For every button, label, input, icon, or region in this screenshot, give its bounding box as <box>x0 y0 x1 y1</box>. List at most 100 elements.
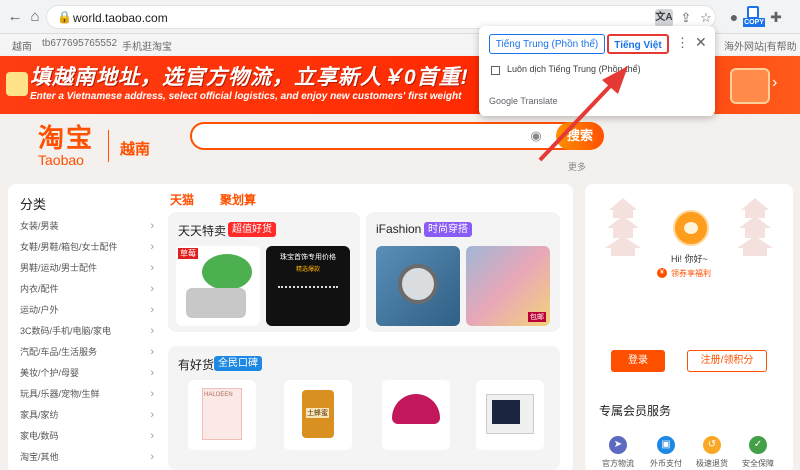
tab-juhuasuan[interactable]: 聚划算 <box>220 191 256 208</box>
box-inner-image <box>492 400 520 424</box>
category-item[interactable]: 汽配/车品/生活服务 › <box>20 342 160 363</box>
chevron-right-icon: › <box>150 325 154 337</box>
member-services-title: 专属会员服务 <box>599 404 672 418</box>
tile-title: iFashion <box>376 222 422 236</box>
pagoda-right-icon <box>737 198 773 256</box>
login-button[interactable]: 登录 <box>611 350 665 372</box>
category-item[interactable]: 玩具/乐器/宠物/生鲜 › <box>20 384 160 405</box>
chevron-right-icon: › <box>150 283 154 295</box>
category-item[interactable]: 美妆/个护/母婴 › <box>20 363 160 384</box>
product-image[interactable] <box>376 246 460 326</box>
service-fast-return[interactable]: ↺ 极速退货 <box>689 436 735 469</box>
lock-icon[interactable]: 🔒 <box>57 10 72 24</box>
category-item[interactable]: 家具/家纺 › <box>20 405 160 426</box>
bookmark-star-icon[interactable]: ☆ <box>697 9 715 27</box>
chevron-right-icon: › <box>150 409 154 421</box>
category-label: 家电/数码 <box>20 431 59 441</box>
ifashion-tile[interactable]: iFashion 时尚穿搭 包邮 <box>366 212 560 332</box>
category-item[interactable]: 淘宝/其他 › <box>20 447 160 468</box>
product-image[interactable]: 草莓 <box>176 246 260 326</box>
service-label: 安全保障 <box>742 459 774 468</box>
category-label: 淘宝/其他 <box>20 452 59 462</box>
copy-label: COPY <box>743 18 765 27</box>
category-label: 家具/家纺 <box>20 410 59 420</box>
service-foreign-payment[interactable]: ▣ 外币支付 <box>643 436 689 469</box>
share-icon[interactable]: ⇪ <box>677 9 695 27</box>
service-label: 外币支付 <box>650 459 682 468</box>
product-image[interactable]: 包邮 <box>466 246 550 326</box>
location-selector[interactable]: 越南 <box>12 38 32 53</box>
product-image[interactable]: 土蜂蜜 <box>284 380 352 450</box>
avatar-face-icon <box>684 222 698 234</box>
service-official-logistics[interactable]: ➤ 官方物流 <box>595 436 641 469</box>
always-translate-label[interactable]: Luôn dịch Tiếng Trung (Phồn thể) <box>507 64 641 74</box>
translate-popup: Tiếng Trung (Phồn thể) Tiếng Việt ⋮ ✕ Lu… <box>479 26 715 116</box>
google-translate-brand: Google Translate <box>489 96 558 106</box>
tile-badge: 超值好货 <box>228 222 276 237</box>
good-goods-tile[interactable]: 有好货 全民口碑 HALOEEN 土蜂蜜 <box>168 346 560 470</box>
tile-title: 有好货 <box>178 358 215 372</box>
chevron-right-icon: › <box>150 220 154 232</box>
search-button[interactable]: 搜索 <box>556 122 604 150</box>
category-label: 男鞋/运动/男士配件 <box>20 263 98 273</box>
product-image[interactable]: HALOEEN <box>188 380 256 450</box>
category-item[interactable]: 女鞋/男鞋/箱包/女士配件 › <box>20 237 160 258</box>
logo-divider <box>108 130 109 162</box>
chevron-right-icon: › <box>150 262 154 274</box>
topbar-right-links[interactable]: 海外网站|有帮助 <box>724 38 797 53</box>
main-content-card: 分类 女装/男装 › 女鞋/男鞋/箱包/女士配件 › 男鞋/运动/男士配件 › 内衣/… <box>8 184 573 470</box>
category-item[interactable]: 3C数码/手机/电脑/家电 › <box>20 321 160 342</box>
category-label: 3C数码/手机/电脑/家电 <box>20 326 112 336</box>
product-image[interactable]: 珠宝首饰专用价格 精选爆款 <box>266 246 350 326</box>
more-link[interactable]: 更多 <box>568 160 586 173</box>
category-item[interactable]: 男鞋/运动/男士配件 › <box>20 258 160 279</box>
mobile-link[interactable]: 手机逛淘宝 <box>122 38 172 53</box>
category-item[interactable]: 运动/户外 › <box>20 300 160 321</box>
always-translate-checkbox[interactable] <box>491 66 500 75</box>
profile-icon[interactable]: ● <box>724 8 744 26</box>
brand-label: 包邮 <box>528 312 546 322</box>
category-item[interactable]: 女装/男装 › <box>20 216 160 237</box>
category-title: 分类 <box>20 197 47 212</box>
copy-extension-icon[interactable]: COPY <box>743 6 765 28</box>
more-options-icon[interactable]: ⋮ <box>676 35 689 51</box>
product-image[interactable] <box>476 380 544 450</box>
coupon-link[interactable]: 领券享福利 <box>671 268 711 279</box>
translate-icon[interactable]: 文A <box>655 9 673 27</box>
shield-icon: ✓ <box>749 436 767 454</box>
camera-icon[interactable]: ◉ <box>528 128 544 144</box>
chevron-right-icon: › <box>150 451 154 463</box>
avatar[interactable] <box>673 210 709 246</box>
close-icon[interactable]: ✕ <box>695 34 707 51</box>
banner-next-icon[interactable]: › <box>772 74 777 92</box>
tools-image <box>278 286 338 306</box>
daily-deals-tile[interactable]: 天天特卖 超值好货 草莓 珠宝首饰专用价格 精选爆款 <box>168 212 360 332</box>
taobao-logo[interactable]: 淘宝 Taobao <box>38 124 108 168</box>
sprout-image <box>202 254 252 290</box>
product-image[interactable] <box>382 380 450 450</box>
tab-tmall[interactable]: 天猫 <box>170 191 194 208</box>
category-item[interactable]: 家电/数码 › <box>20 426 160 447</box>
wallet-icon: ▣ <box>657 436 675 454</box>
tile-title: 天天特卖 <box>178 224 227 238</box>
home-icon[interactable]: ⌂ <box>26 8 44 26</box>
category-item[interactable]: 内衣/配件 › <box>20 279 160 300</box>
source-language-button[interactable]: Tiếng Trung (Phồn thể) <box>489 34 605 54</box>
chevron-right-icon: › <box>150 346 154 358</box>
user-sidebar-card: Hi! 你好~ ¥ 领券享福利 登录 注册/领积分 专属会员服务 ➤ 官方物流 … <box>585 184 793 470</box>
url-text[interactable]: world.taobao.com <box>73 11 168 25</box>
chevron-right-icon: › <box>150 430 154 442</box>
category-label: 女装/男装 <box>20 221 59 231</box>
watch-image <box>398 264 438 304</box>
banner-headline: 填越南地址，选官方物流，立享新人￥0首重! <box>30 66 469 89</box>
search-input[interactable]: ◉ 搜索 <box>190 122 604 150</box>
service-security[interactable]: ✓ 安全保障 <box>735 436 781 469</box>
extensions-puzzle-icon[interactable]: ✚ <box>766 8 786 26</box>
target-language-button[interactable]: Tiếng Việt <box>607 34 669 54</box>
bucket-hat-image <box>392 394 440 424</box>
back-icon[interactable]: ← <box>6 8 24 26</box>
user-id-link[interactable]: tb677695765552 <box>42 38 117 49</box>
logo-en-text: Taobao <box>38 152 84 168</box>
register-button[interactable]: 注册/领积分 <box>687 350 767 372</box>
nozzles-image <box>186 288 246 318</box>
